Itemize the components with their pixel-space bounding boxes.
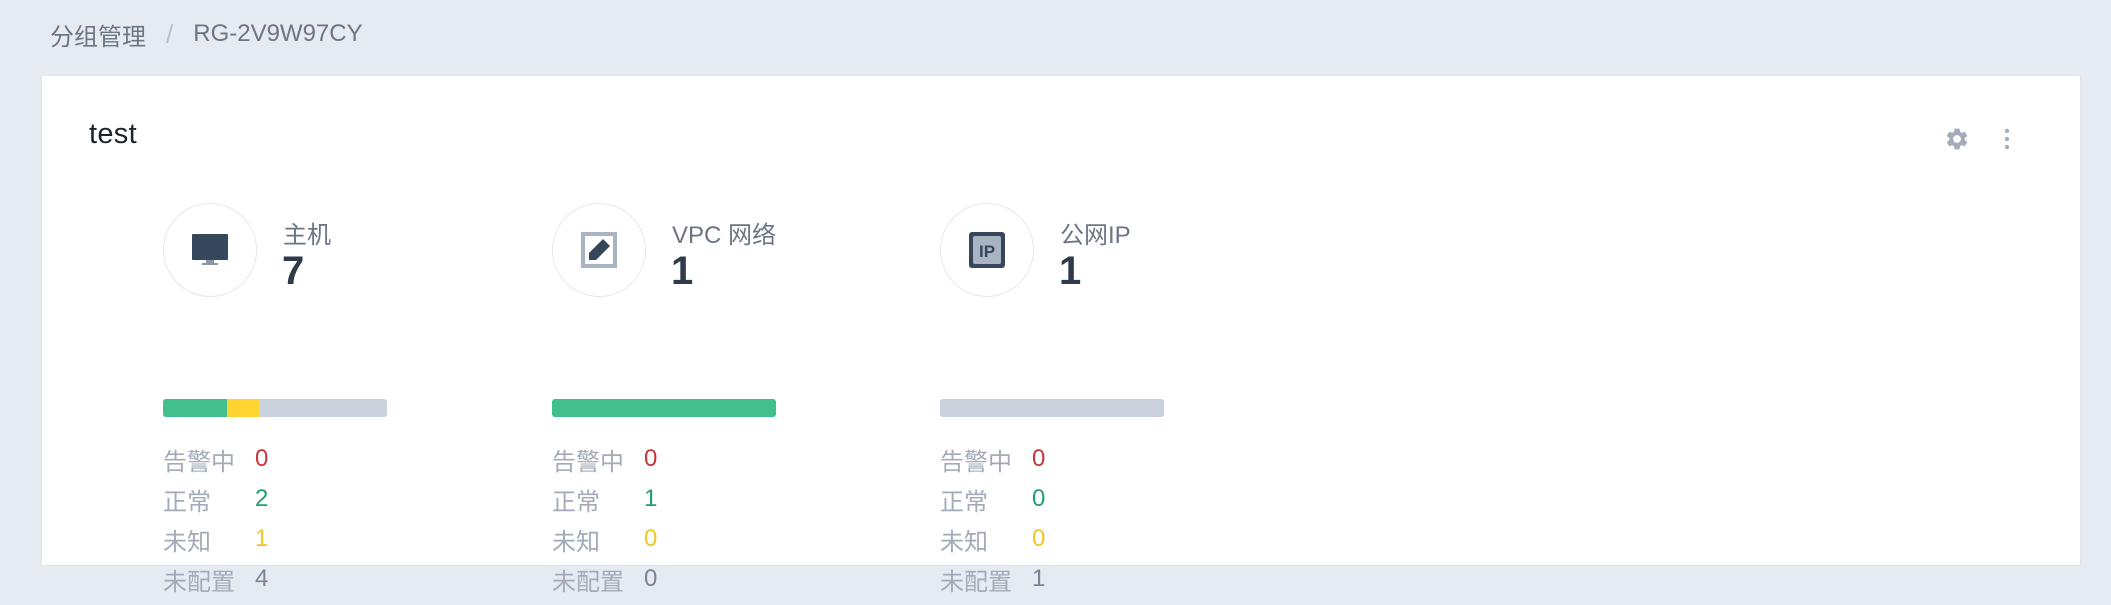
status-key: 告警中: [552, 448, 624, 476]
status-key: 未知: [940, 528, 988, 556]
breadcrumb: 分组管理 / RG-2V9W97CY: [50, 17, 363, 52]
status-value: 0: [1032, 525, 1046, 552]
stat-count[interactable]: 7: [282, 249, 304, 294]
status-row-unknown: 未知 0: [552, 519, 657, 559]
status-key: 未知: [552, 528, 600, 556]
stat-icon-circle: IP: [940, 203, 1034, 297]
status-key: 未配置: [163, 568, 235, 596]
status-row-normal: 正常 2: [163, 479, 268, 519]
public-ip-icon-text: IP: [979, 242, 995, 261]
status-key: 正常: [940, 488, 988, 516]
bar-segment-unknown: [227, 399, 259, 417]
stat-icon-circle: [552, 203, 646, 297]
status-progress-bar: [552, 399, 776, 417]
status-row-unconfigured: 未配置 4: [163, 559, 268, 599]
status-list: 告警中 0 正常 1 未知 0 未配置 0: [552, 439, 657, 599]
bar-segment-unconfigured: [259, 399, 387, 417]
status-row-normal: 正常 0: [940, 479, 1045, 519]
status-key: 未知: [163, 528, 211, 556]
vpc-network-icon: [581, 232, 617, 268]
status-key: 未配置: [940, 568, 1012, 596]
status-value: 1: [255, 525, 269, 552]
status-key: 正常: [552, 488, 600, 516]
status-value: 0: [1032, 485, 1046, 512]
status-row-unknown: 未知 1: [163, 519, 268, 559]
monitor-icon: [192, 234, 228, 265]
status-value: 0: [255, 445, 269, 472]
stat-count[interactable]: 1: [671, 249, 693, 294]
status-progress-bar: [163, 399, 387, 417]
stat-label: 公网IP: [1060, 222, 1131, 249]
status-value: 0: [644, 525, 658, 552]
status-value: 4: [255, 565, 269, 592]
status-value: 0: [1032, 445, 1046, 472]
status-row-alarm: 告警中 0: [163, 439, 268, 479]
status-row-unconfigured: 未配置 1: [940, 559, 1045, 599]
status-value: 0: [644, 565, 658, 592]
breadcrumb-separator: /: [166, 18, 174, 49]
status-value: 1: [644, 485, 658, 512]
status-list: 告警中 0 正常 0 未知 0 未配置 1: [940, 439, 1045, 599]
stat-label: VPC 网络: [672, 222, 777, 249]
stat-icon-circle: [163, 203, 257, 297]
status-row-normal: 正常 1: [552, 479, 657, 519]
card-title: test: [89, 118, 137, 150]
status-row-unconfigured: 未配置 0: [552, 559, 657, 599]
status-value: 2: [255, 485, 269, 512]
status-list: 告警中 0 正常 2 未知 1 未配置 4: [163, 439, 268, 599]
gear-icon: [1946, 128, 1968, 150]
status-row-alarm: 告警中 0: [552, 439, 657, 479]
more-options-button[interactable]: [1994, 126, 2020, 152]
status-key: 未配置: [552, 568, 624, 596]
public-ip-icon: IP: [969, 232, 1005, 268]
status-key: 正常: [163, 488, 211, 516]
status-key: 告警中: [940, 448, 1012, 476]
stat-label: 主机: [283, 222, 331, 249]
bar-segment-unconfigured: [940, 399, 1164, 417]
bar-segment-normal: [163, 399, 227, 417]
card-actions: [1944, 126, 2020, 152]
status-progress-bar: [940, 399, 1164, 417]
status-row-alarm: 告警中 0: [940, 439, 1045, 479]
breadcrumb-current: RG-2V9W97CY: [193, 20, 363, 47]
status-value: 1: [1032, 565, 1046, 592]
bar-segment-normal: [552, 399, 776, 417]
status-value: 0: [644, 445, 658, 472]
settings-button[interactable]: [1944, 126, 1970, 152]
resource-group-card: test 主机 7 告警中 0 正常 2 未知 1 未配置 4 VPC 网络 1…: [41, 75, 2081, 596]
more-vertical-icon: [2004, 128, 2010, 150]
breadcrumb-parent-link[interactable]: 分组管理: [50, 17, 146, 52]
stat-count[interactable]: 1: [1059, 249, 1081, 294]
status-row-unknown: 未知 0: [940, 519, 1045, 559]
status-key: 告警中: [163, 448, 235, 476]
